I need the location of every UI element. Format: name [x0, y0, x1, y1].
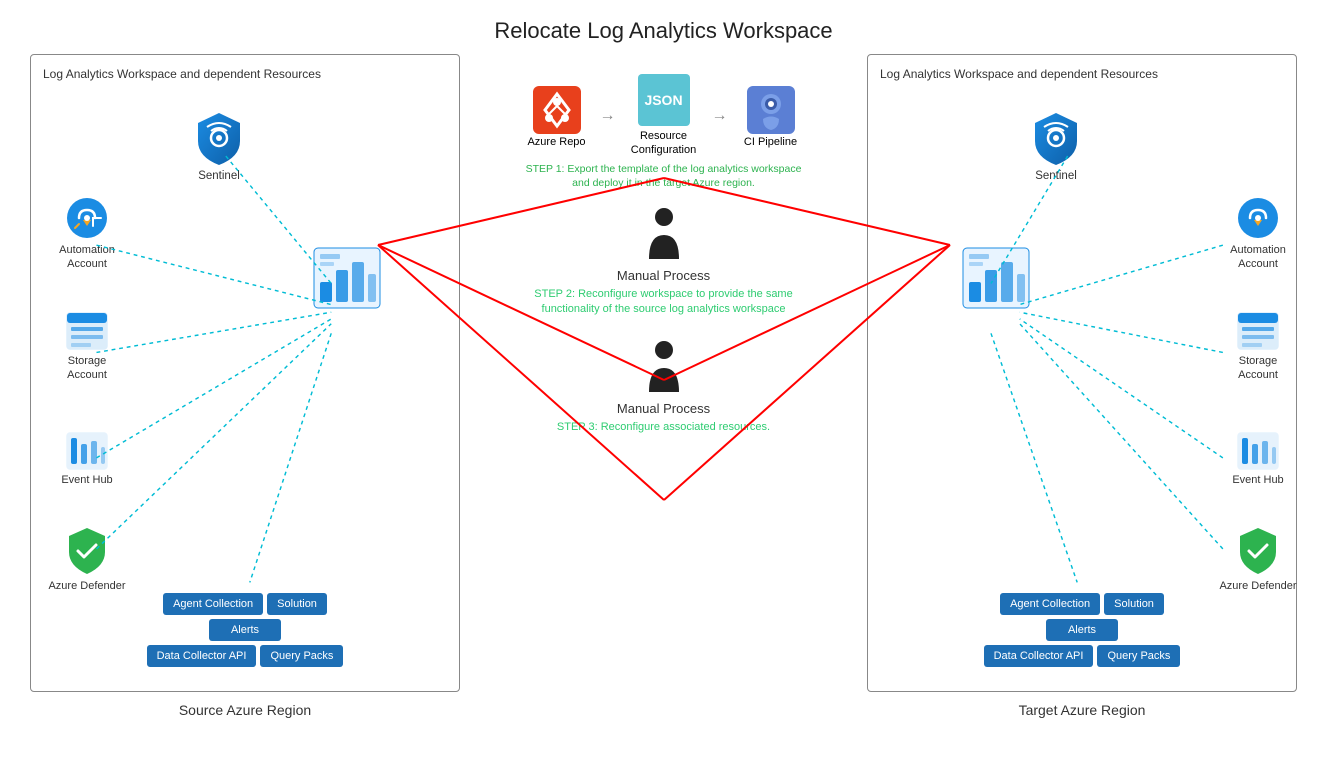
right-workspace-box: Log Analytics Workspace and dependent Re… — [867, 54, 1297, 692]
resource-config-icon: JSON Resource Configuration — [624, 74, 704, 158]
right-workspace-header: Log Analytics Workspace and dependent Re… — [876, 65, 1288, 83]
pipeline-arrow-2: → — [712, 107, 728, 125]
left-workspace-box: Log Analytics Workspace and dependent Re… — [30, 54, 460, 692]
left-data-collector-box: Data Collector API — [147, 645, 257, 667]
right-storage-account: Storage Account — [1218, 311, 1298, 383]
right-log-analytics — [956, 246, 1036, 313]
step3-text: STEP 3: Reconfigure associated resources… — [557, 420, 770, 435]
left-log-analytics — [307, 246, 387, 313]
right-azure-defender: Azure Defender — [1218, 526, 1298, 593]
page-title: Relocate Log Analytics Workspace — [0, 0, 1327, 54]
manual-process-2-label: Manual Process — [617, 401, 710, 416]
left-region-label: Source Azure Region — [30, 702, 460, 718]
right-region-label: Target Azure Region — [867, 702, 1297, 718]
left-sentinel: Sentinel — [184, 111, 254, 182]
middle-section: Azure Repo → JSON Resource Configuration… — [474, 54, 854, 449]
right-data-boxes: Agent Collection Solution Alerts Data Co… — [881, 593, 1283, 671]
left-data-boxes: Agent Collection Solution Alerts Data Co… — [44, 593, 446, 671]
left-alerts-box: Alerts — [209, 619, 281, 641]
left-storage-account: Storage Account — [47, 311, 127, 383]
azure-repo-icon: Azure Repo — [522, 84, 592, 148]
left-automation-account: Automation Account — [47, 196, 127, 272]
left-solution-box: Solution — [267, 593, 327, 615]
right-solution-box: Solution — [1104, 593, 1164, 615]
right-data-collector-box: Data Collector API — [984, 645, 1094, 667]
right-event-hub: Event Hub — [1218, 431, 1298, 486]
left-agent-collection-box: Agent Collection — [163, 593, 263, 615]
manual-process-1-icon — [641, 207, 687, 266]
left-query-packs-box: Query Packs — [260, 645, 343, 667]
manual-process-2-icon — [641, 340, 687, 399]
left-azure-defender: Azure Defender — [47, 526, 127, 593]
right-alerts-box: Alerts — [1046, 619, 1118, 641]
right-sentinel: Sentinel — [1021, 111, 1091, 182]
left-event-hub: Event Hub — [47, 431, 127, 486]
right-automation-account: Automation Account — [1218, 196, 1298, 272]
ci-pipeline-icon: CI Pipeline — [736, 84, 806, 148]
left-workspace-header: Log Analytics Workspace and dependent Re… — [39, 65, 451, 83]
right-agent-collection-box: Agent Collection — [1000, 593, 1100, 615]
pipeline-arrow-1: → — [600, 107, 616, 125]
step1-text: STEP 1: Export the template of the log a… — [524, 162, 804, 191]
step2-text: STEP 2: Reconfigure workspace to provide… — [524, 287, 804, 318]
right-query-packs-box: Query Packs — [1097, 645, 1180, 667]
manual-process-1-label: Manual Process — [617, 268, 710, 283]
